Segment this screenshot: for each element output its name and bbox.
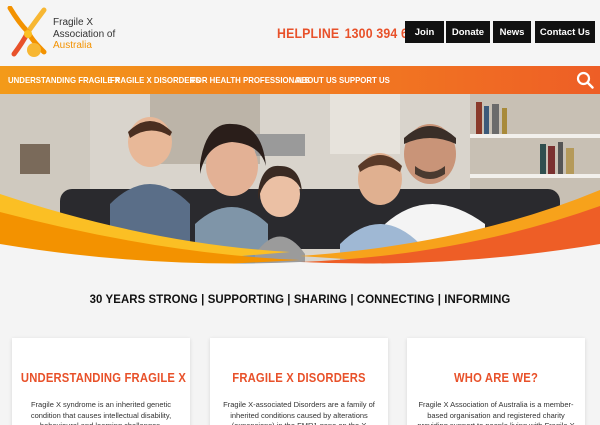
nav-item-understanding-fragile-x[interactable]: UNDERSTANDING FRAGILE X [8,75,120,85]
card-text: Fragile X Association of Australia is a … [417,400,574,425]
card-title[interactable]: FRAGILE X DISORDERS [219,371,379,385]
site-header: Fragile X Association of Australia HELPL… [0,0,600,66]
logo-line-3: Australia [53,40,92,51]
card-text: Fragile X-associated Disorders are a fam… [223,400,375,425]
news-button[interactable]: News [493,21,531,43]
logo-line-2: Association of [53,28,116,40]
nav-item-health-professionals[interactable]: FOR HEALTH PROFESSIONALS [191,75,310,85]
card-understanding-fragile-x[interactable]: UNDERSTANDING FRAGILE X Fragile X syndro… [12,338,190,425]
helpline[interactable]: HELPLINE 1300 394 636 [277,25,422,41]
card-who-are-we[interactable]: WHO ARE WE? Fragile X Association of Aus… [407,338,585,425]
nav-item-fragile-x-disorders[interactable]: FRAGILE X DISORDERS [110,75,200,85]
card-fragile-x-disorders[interactable]: FRAGILE X DISORDERS Fragile X-associated… [210,338,388,425]
nav-item-support-us[interactable]: SUPPORT US [339,75,390,85]
logo-wordmark[interactable]: Fragile X Association of Australia [53,17,115,52]
contact-us-button[interactable]: Contact Us [535,21,595,43]
donate-button[interactable]: Donate [446,21,490,43]
hero-banner [0,94,600,276]
hero-image [0,94,600,276]
logo-line-1: Fragile X [53,17,94,28]
card-text: Fragile X syndrome is an inherited genet… [30,400,172,425]
card-title[interactable]: WHO ARE WE? [416,371,576,385]
logo-icon[interactable] [4,6,52,60]
nav-item-about-us[interactable]: ABOUT US [296,75,337,85]
search-icon[interactable] [576,71,594,89]
helpline-label: HELPLINE [277,25,340,41]
join-button[interactable]: Join [405,21,444,43]
card-title[interactable]: UNDERSTANDING FRAGILE X [21,371,186,385]
tagline: 30 YEARS STRONG | SUPPORTING | SHARING |… [89,292,511,306]
main-nav: UNDERSTANDING FRAGILE X FRAGILE X DISORD… [0,66,600,94]
